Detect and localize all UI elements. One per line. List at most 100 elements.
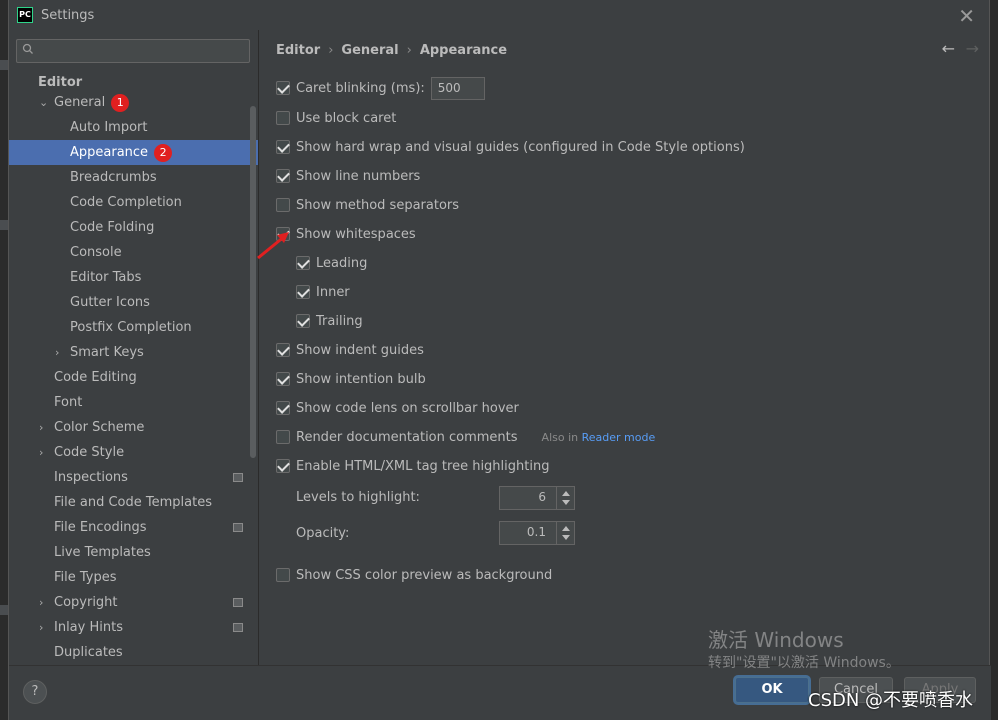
sidebar-item-label: General bbox=[54, 95, 106, 110]
sidebar-item-auto-import[interactable]: Auto Import bbox=[9, 115, 258, 140]
levels-spinner[interactable]: 6 bbox=[499, 486, 575, 510]
sidebar-item-smart-keys[interactable]: › Smart Keys bbox=[9, 340, 258, 365]
option-label: Enable HTML/XML tag tree highlighting bbox=[296, 458, 550, 474]
sidebar-item-label: Smart Keys bbox=[70, 345, 144, 360]
option-label: Show indent guides bbox=[296, 342, 424, 358]
sidebar-item-general[interactable]: ⌄ General 1 bbox=[9, 90, 258, 115]
appearance-settings-panel: Editor › General › Appearance ← → Caret blin… bbox=[259, 30, 991, 665]
sidebar-item-code-folding[interactable]: Code Folding bbox=[9, 215, 258, 240]
option-caret-blinking[interactable]: Caret blinking (ms): bbox=[276, 76, 485, 100]
settings-dialog: PC Settings ✕ Editor ⌄ General 1 Auto Imp… bbox=[8, 0, 991, 720]
sidebar-item-file-types[interactable]: File Types bbox=[9, 565, 258, 590]
search-input[interactable] bbox=[16, 39, 250, 63]
option-show-whitespaces[interactable]: Show whitespaces bbox=[276, 224, 416, 244]
sidebar-item-live-templates[interactable]: Live Templates bbox=[9, 540, 258, 565]
also-in-hint: Also in Reader mode bbox=[542, 431, 656, 444]
sidebar-item-label: Inspections bbox=[54, 470, 128, 485]
spinner-down-icon[interactable] bbox=[562, 535, 570, 540]
chevron-right-icon: › bbox=[39, 596, 44, 609]
also-in-label: Also in bbox=[541, 430, 579, 444]
chevron-down-icon: ⌄ bbox=[39, 96, 49, 109]
annotation-arrow-icon bbox=[257, 232, 289, 260]
caret-blinking-input[interactable] bbox=[430, 76, 485, 100]
option-intention-bulb[interactable]: Show intention bulb bbox=[276, 369, 426, 389]
sidebar-item-editor-tabs[interactable]: Editor Tabs bbox=[9, 265, 258, 290]
sidebar-item-duplicates[interactable]: Duplicates bbox=[9, 640, 258, 665]
inner-checkbox[interactable] bbox=[296, 285, 310, 299]
sidebar-item-inspections[interactable]: Inspections bbox=[9, 465, 258, 490]
sidebar-item-console[interactable]: Console bbox=[9, 240, 258, 265]
hard-wrap-checkbox[interactable] bbox=[276, 140, 290, 154]
sidebar-item-code-editing[interactable]: Code Editing bbox=[9, 365, 258, 390]
trailing-checkbox[interactable] bbox=[296, 314, 310, 328]
option-leading[interactable]: Leading bbox=[296, 253, 367, 273]
line-numbers-checkbox[interactable] bbox=[276, 169, 290, 183]
sidebar-item-label: Inlay Hints bbox=[54, 620, 123, 635]
option-block-caret[interactable]: Use block caret bbox=[276, 108, 396, 128]
breadcrumb-separator: › bbox=[328, 43, 334, 58]
option-label: Render documentation comments bbox=[296, 429, 518, 445]
spinner-up-icon[interactable] bbox=[562, 526, 570, 531]
option-trailing[interactable]: Trailing bbox=[296, 311, 363, 331]
option-label: Trailing bbox=[316, 313, 363, 329]
leading-checkbox[interactable] bbox=[296, 256, 310, 270]
title-bar: PC Settings ✕ bbox=[9, 0, 989, 30]
background-marker bbox=[0, 605, 8, 615]
option-label: Show method separators bbox=[296, 197, 460, 213]
css-preview-checkbox[interactable] bbox=[276, 568, 290, 582]
back-arrow-icon[interactable]: ← bbox=[942, 39, 955, 58]
html-tag-tree-checkbox[interactable] bbox=[276, 459, 290, 473]
help-button[interactable]: ? bbox=[23, 680, 47, 704]
option-hard-wrap[interactable]: Show hard wrap and visual guides (config… bbox=[276, 137, 745, 157]
spinner-arrows[interactable] bbox=[556, 487, 574, 509]
ok-button[interactable]: OK bbox=[735, 677, 809, 703]
chevron-right-icon: › bbox=[39, 421, 44, 434]
option-label: Inner bbox=[316, 284, 350, 300]
sidebar-item-copyright[interactable]: › Copyright bbox=[9, 590, 258, 615]
reader-mode-link[interactable]: Reader mode bbox=[582, 431, 656, 444]
close-icon[interactable]: ✕ bbox=[958, 4, 975, 28]
sidebar-item-gutter-icons[interactable]: Gutter Icons bbox=[9, 290, 258, 315]
breadcrumb: Editor › General › Appearance bbox=[276, 43, 507, 58]
code-lens-checkbox[interactable] bbox=[276, 401, 290, 415]
settings-sidebar: Editor ⌄ General 1 Auto Import Appearance… bbox=[9, 30, 259, 665]
option-render-docs[interactable]: Render documentation comments Also in Re… bbox=[276, 427, 655, 447]
background-marker bbox=[0, 220, 8, 230]
windows-activation-watermark: 激活 Windows bbox=[708, 628, 844, 652]
background-marker bbox=[0, 60, 8, 70]
spinner-arrows[interactable] bbox=[556, 522, 574, 544]
option-inner[interactable]: Inner bbox=[296, 282, 350, 302]
option-code-lens[interactable]: Show code lens on scrollbar hover bbox=[276, 398, 519, 418]
sidebar-item-code-style[interactable]: › Code Style bbox=[9, 440, 258, 465]
sidebar-item-file-encodings[interactable]: File Encodings bbox=[9, 515, 258, 540]
csdn-watermark: CSDN @不要喷香水 bbox=[808, 690, 974, 711]
sidebar-item-color-scheme[interactable]: › Color Scheme bbox=[9, 415, 258, 440]
sidebar-item-code-completion[interactable]: Code Completion bbox=[9, 190, 258, 215]
spinner-up-icon[interactable] bbox=[562, 491, 570, 496]
caret-blinking-checkbox[interactable] bbox=[276, 81, 290, 95]
sidebar-item-label: Copyright bbox=[54, 595, 118, 610]
option-html-tag-tree[interactable]: Enable HTML/XML tag tree highlighting bbox=[276, 456, 549, 476]
sidebar-item-font[interactable]: Font bbox=[9, 390, 258, 415]
sidebar-item-postfix-completion[interactable]: Postfix Completion bbox=[9, 315, 258, 340]
opacity-spinner[interactable]: 0.1 bbox=[499, 521, 575, 545]
window-title: Settings bbox=[41, 7, 95, 23]
sidebar-scrollbar[interactable] bbox=[250, 106, 256, 458]
sidebar-item-breadcrumbs[interactable]: Breadcrumbs bbox=[9, 165, 258, 190]
option-line-numbers[interactable]: Show line numbers bbox=[276, 166, 420, 186]
option-label: Show code lens on scrollbar hover bbox=[296, 400, 519, 416]
option-label: Show line numbers bbox=[296, 168, 421, 184]
sidebar-item-file-and-code-templates[interactable]: File and Code Templates bbox=[9, 490, 258, 515]
breadcrumb-general: General bbox=[341, 43, 399, 58]
render-docs-checkbox[interactable] bbox=[276, 430, 290, 444]
sidebar-item-appearance[interactable]: Appearance 2 bbox=[9, 140, 258, 165]
intention-bulb-checkbox[interactable] bbox=[276, 372, 290, 386]
sidebar-item-inlay-hints[interactable]: › Inlay Hints bbox=[9, 615, 258, 640]
option-method-separators[interactable]: Show method separators bbox=[276, 195, 459, 215]
option-indent-guides[interactable]: Show indent guides bbox=[276, 340, 424, 360]
block-caret-checkbox[interactable] bbox=[276, 111, 290, 125]
method-separators-checkbox[interactable] bbox=[276, 198, 290, 212]
option-css-preview[interactable]: Show CSS color preview as background bbox=[276, 565, 552, 585]
indent-guides-checkbox[interactable] bbox=[276, 343, 290, 357]
spinner-down-icon[interactable] bbox=[562, 500, 570, 505]
